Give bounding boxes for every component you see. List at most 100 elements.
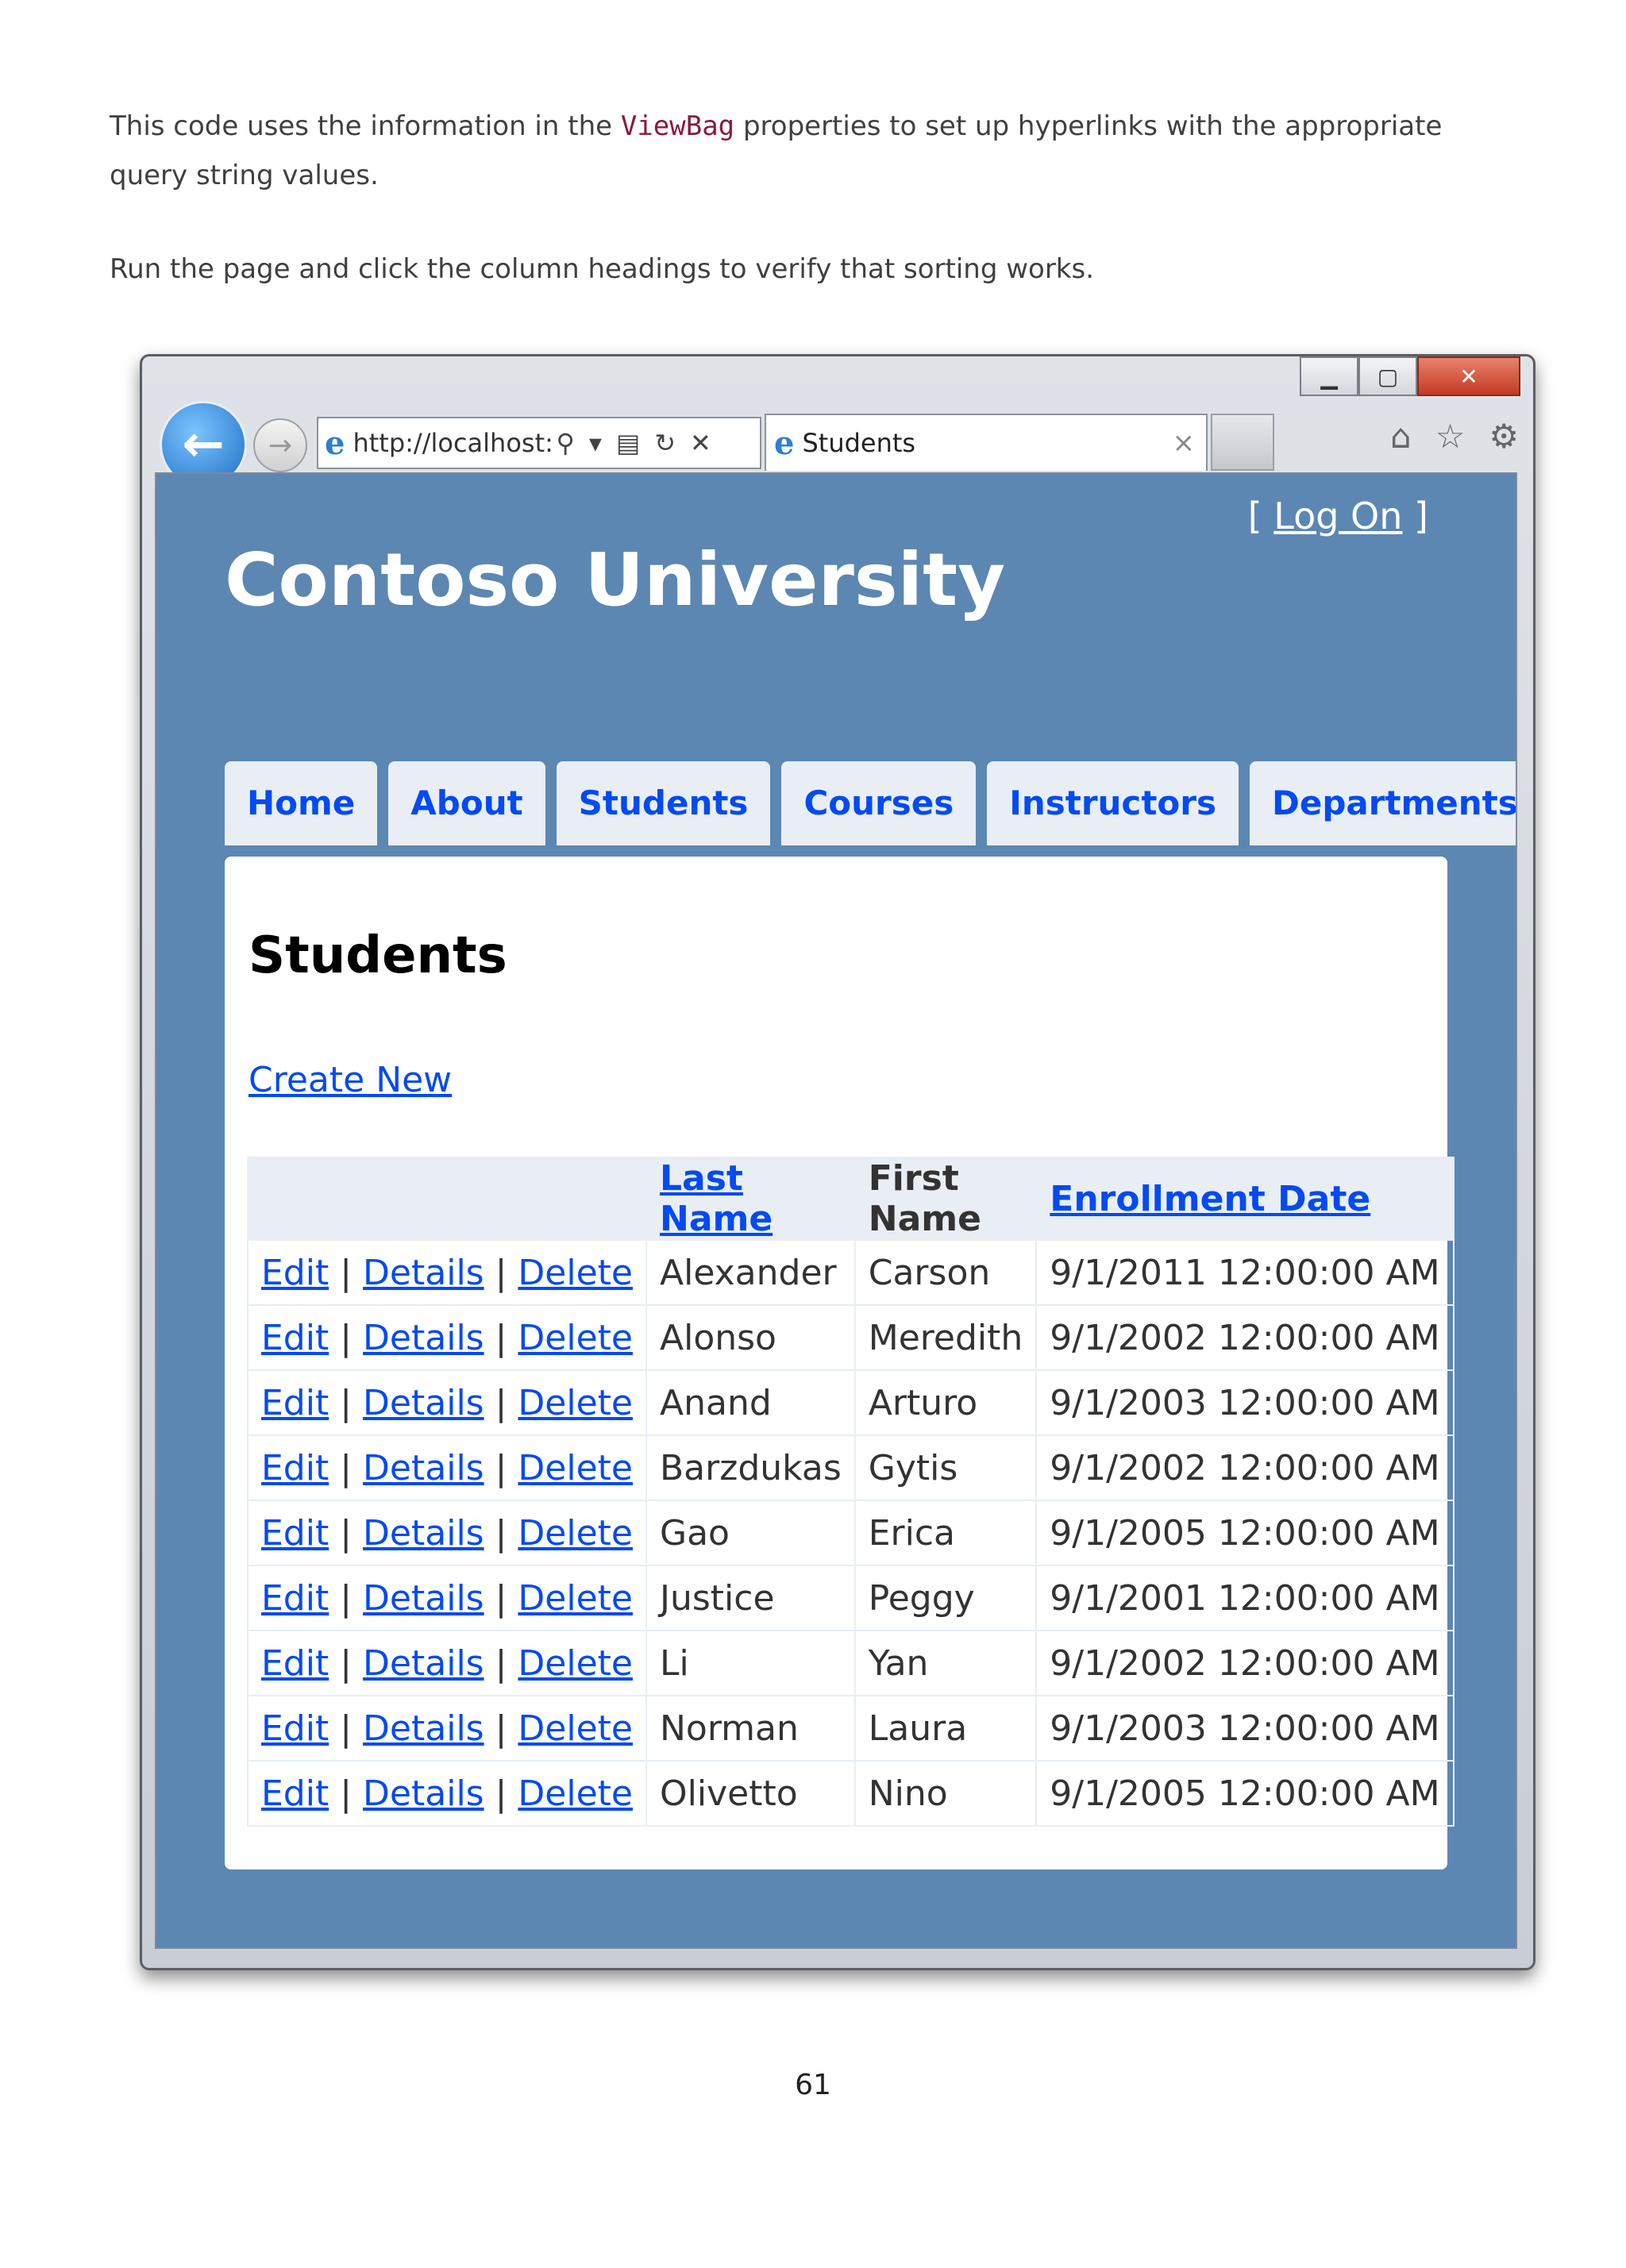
maximize-icon[interactable]: ▢: [1358, 356, 1417, 396]
tab-close-icon[interactable]: ×: [1173, 427, 1196, 459]
table-row: Edit | Details | Delete Justice Peggy 9/1/2001 …: [247, 1565, 1455, 1631]
logon-link[interactable]: Log On: [1273, 495, 1402, 537]
details-link[interactable]: Details: [363, 1578, 484, 1619]
edit-link[interactable]: Edit: [261, 1708, 329, 1749]
table-row: Edit | Details | Delete Olivetto Nino 9/1/2005 …: [247, 1760, 1455, 1827]
forward-arrow-icon[interactable]: →: [253, 418, 307, 472]
action-separator: |: [340, 1317, 353, 1358]
sort-last-name-link[interactable]: Last Name: [660, 1158, 773, 1239]
viewbag-code: ViewBag: [620, 110, 735, 142]
last-name-cell: Barzdukas: [645, 1434, 856, 1501]
enrollment-date-cell: 9/1/2005 12:00:00 AM: [1035, 1500, 1455, 1566]
edit-link[interactable]: Edit: [261, 1513, 329, 1554]
edit-link[interactable]: Edit: [261, 1643, 329, 1684]
action-separator: |: [340, 1773, 353, 1814]
dropdown-icon[interactable]: ▾: [589, 428, 602, 458]
table-row: Edit | Details | Delete Anand Arturo 9/1/2003 1…: [247, 1369, 1455, 1436]
address-bar[interactable]: e http://localhost: ⚲ ▾ ▤ ↻ ✕: [317, 417, 761, 469]
intro-paragraph: This code uses the information in the Vi…: [110, 102, 1523, 200]
search-icon[interactable]: ⚲: [556, 428, 574, 458]
home-icon[interactable]: ⌂: [1390, 417, 1412, 456]
page-number: 61: [795, 2069, 831, 2101]
details-link[interactable]: Details: [363, 1773, 484, 1814]
create-new-link[interactable]: Create New: [249, 1060, 452, 1100]
last-name-header: Last Name: [645, 1157, 856, 1241]
logon-bracket-close: ]: [1402, 495, 1428, 537]
first-name-cell: Gytis: [853, 1434, 1038, 1501]
table-row: Edit | Details | Delete Gao Erica 9/1/2005 12:0…: [247, 1500, 1455, 1566]
delete-link[interactable]: Delete: [518, 1708, 633, 1749]
action-separator: |: [495, 1708, 507, 1749]
page-viewport: [ Log On ] Contoso University Home About…: [155, 472, 1517, 1949]
stop-icon[interactable]: ✕: [690, 428, 711, 458]
details-link[interactable]: Details: [363, 1318, 484, 1358]
edit-link[interactable]: Edit: [261, 1578, 329, 1619]
last-name-cell: Gao: [645, 1500, 856, 1566]
enrollment-date-cell: 9/1/2002 12:00:00 AM: [1035, 1434, 1455, 1501]
action-separator: |: [495, 1317, 507, 1358]
action-separator: |: [340, 1512, 353, 1554]
browser-tools: ⌂ ☆ ⚙: [1390, 417, 1519, 456]
action-separator: |: [495, 1382, 507, 1423]
window-close-icon[interactable]: ✕: [1417, 356, 1520, 396]
first-name-header: First Name: [853, 1157, 1038, 1241]
delete-link[interactable]: Delete: [518, 1513, 633, 1554]
details-link[interactable]: Details: [363, 1643, 484, 1684]
enrollment-date-cell: 9/1/2003 12:00:00 AM: [1035, 1695, 1455, 1762]
action-separator: |: [495, 1773, 507, 1814]
menu-item-home[interactable]: Home: [225, 761, 378, 845]
compat-view-icon[interactable]: ▤: [616, 428, 640, 458]
menu-item-students[interactable]: Students: [556, 761, 771, 845]
edit-link[interactable]: Edit: [261, 1773, 329, 1814]
menu-item-departments[interactable]: Departments: [1249, 761, 1516, 845]
table-row: Edit | Details | Delete Alonso Meredith 9/1/200…: [247, 1304, 1455, 1371]
delete-link[interactable]: Delete: [518, 1318, 633, 1358]
last-name-cell: Norman: [645, 1695, 856, 1762]
edit-link[interactable]: Edit: [261, 1253, 329, 1293]
delete-link[interactable]: Delete: [518, 1643, 633, 1684]
action-separator: |: [340, 1642, 353, 1684]
delete-link[interactable]: Delete: [518, 1578, 633, 1619]
delete-link[interactable]: Delete: [518, 1773, 633, 1814]
enrollment-date-cell: 9/1/2001 12:00:00 AM: [1035, 1565, 1455, 1631]
edit-link[interactable]: Edit: [261, 1318, 329, 1358]
row-actions: Edit | Details | Delete: [247, 1760, 647, 1827]
details-link[interactable]: Details: [363, 1253, 484, 1293]
first-name-cell: Nino: [853, 1760, 1038, 1827]
edit-link[interactable]: Edit: [261, 1448, 329, 1488]
enrollment-date-header: Enrollment Date: [1035, 1157, 1455, 1241]
first-name-cell: Carson: [853, 1239, 1038, 1306]
details-link[interactable]: Details: [363, 1513, 484, 1554]
enrollment-date-cell: 9/1/2005 12:00:00 AM: [1035, 1760, 1455, 1827]
details-link[interactable]: Details: [363, 1448, 484, 1488]
edit-link[interactable]: Edit: [261, 1383, 329, 1423]
details-link[interactable]: Details: [363, 1383, 484, 1423]
table-row: Edit | Details | Delete Norman Laura 9/1/2003 1…: [247, 1695, 1455, 1762]
action-separator: |: [495, 1252, 507, 1293]
row-actions: Edit | Details | Delete: [247, 1695, 647, 1762]
new-tab-button[interactable]: [1211, 414, 1274, 471]
menu-item-courses[interactable]: Courses: [781, 761, 977, 845]
refresh-icon[interactable]: ↻: [654, 428, 676, 458]
menu-item-about[interactable]: About: [388, 761, 545, 845]
favorites-star-icon[interactable]: ☆: [1435, 417, 1466, 456]
sort-enrollment-date-link[interactable]: Enrollment Date: [1050, 1179, 1370, 1219]
last-name-cell: Olivetto: [645, 1760, 856, 1827]
enrollment-date-cell: 9/1/2002 12:00:00 AM: [1035, 1304, 1455, 1371]
delete-link[interactable]: Delete: [518, 1383, 633, 1423]
row-actions: Edit | Details | Delete: [247, 1500, 647, 1566]
action-separator: |: [495, 1447, 507, 1488]
delete-link[interactable]: Delete: [518, 1448, 633, 1488]
settings-gear-icon[interactable]: ⚙: [1489, 417, 1519, 456]
logon-bracket-open: [: [1247, 495, 1274, 537]
url-text[interactable]: http://localhost:: [353, 428, 551, 458]
enrollment-date-cell: 9/1/2011 12:00:00 AM: [1035, 1239, 1455, 1306]
action-separator: |: [495, 1642, 507, 1684]
menu-item-instructors[interactable]: Instructors: [987, 761, 1239, 845]
tab-students[interactable]: e Students ×: [765, 414, 1208, 471]
delete-link[interactable]: Delete: [518, 1253, 633, 1293]
last-name-cell: Anand: [645, 1369, 856, 1436]
details-link[interactable]: Details: [363, 1708, 484, 1749]
row-actions: Edit | Details | Delete: [247, 1369, 647, 1436]
minimize-icon[interactable]: ▁: [1300, 356, 1358, 396]
